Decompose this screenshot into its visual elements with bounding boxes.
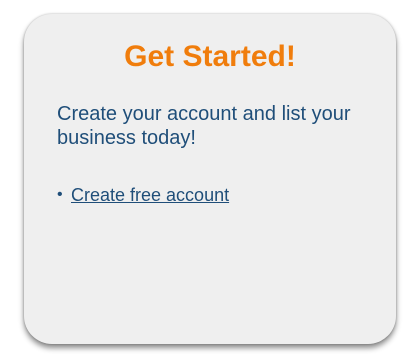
- bullet-icon: •: [57, 186, 63, 203]
- card-title: Get Started!: [124, 40, 296, 73]
- card-description: Create your account and list your busine…: [57, 103, 351, 149]
- link-list: • Create free account: [57, 184, 229, 206]
- create-free-account-link[interactable]: Create free account: [71, 184, 229, 206]
- list-item: • Create free account: [57, 184, 229, 206]
- get-started-card: Get Started! Create your account and lis…: [24, 14, 396, 344]
